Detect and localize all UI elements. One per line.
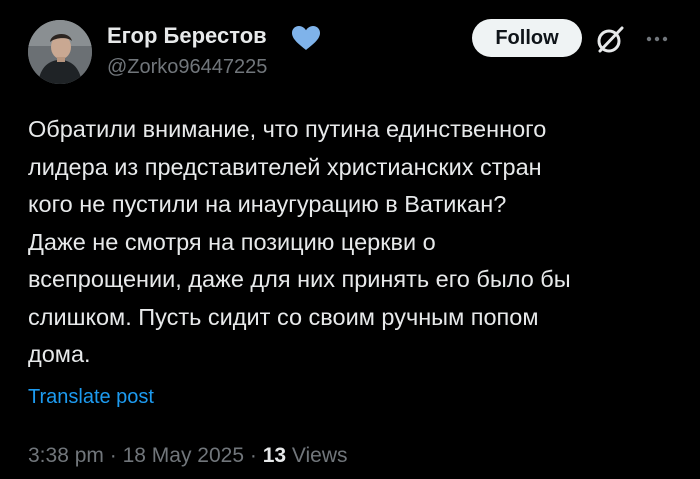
avatar-image xyxy=(28,20,92,84)
views-count: 13 xyxy=(262,444,287,467)
views-label: Views xyxy=(291,444,348,467)
translate-post-link[interactable]: Translate post xyxy=(28,386,154,409)
post-date[interactable]: 18 May 2025 xyxy=(123,444,244,467)
meta-separator: · xyxy=(109,444,117,467)
display-name[interactable]: Егор Берестов xyxy=(107,23,267,49)
blue-heart-icon xyxy=(292,26,320,50)
more-dots-icon[interactable] xyxy=(642,24,672,54)
username-handle[interactable]: @Zorko96447225 xyxy=(107,56,267,79)
post-time[interactable]: 3:38 pm xyxy=(28,444,104,467)
follow-button[interactable]: Follow xyxy=(472,19,582,57)
post-text: Обратили внимание, что путина единственн… xyxy=(28,116,571,367)
post-metadata: 3:38 pm · 18 May 2025 · 13 Views xyxy=(28,444,348,468)
grok-icon[interactable] xyxy=(594,24,626,56)
meta-separator: · xyxy=(249,444,257,467)
avatar[interactable] xyxy=(28,20,92,84)
